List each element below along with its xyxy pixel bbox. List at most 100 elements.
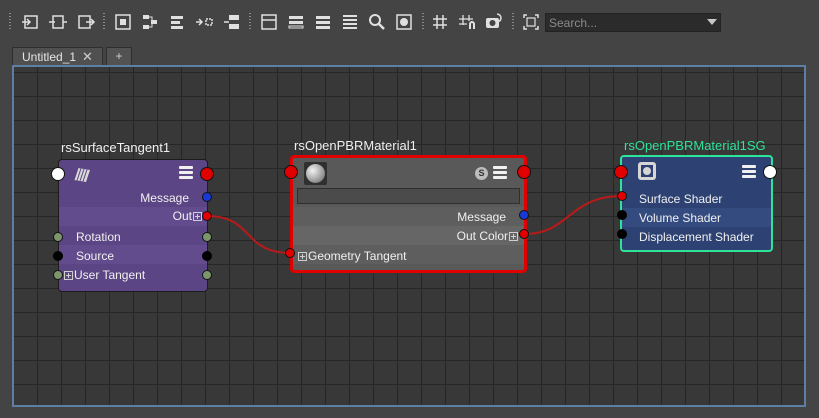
tab-label: Untitled_1 [22,50,77,64]
node-graph-canvas[interactable]: rsSurfaceTangent1 Message Out Rotation S… [12,65,806,407]
attr-user-tangent-label: User Tangent [74,268,146,282]
source-output-port[interactable] [202,251,212,261]
node-output-port[interactable] [200,167,214,181]
attr-source: Source [76,249,115,263]
rotation-output-port[interactable] [202,232,212,242]
out-color-output-port[interactable] [519,229,529,239]
attr-out-color: Out Color [457,229,519,243]
list-icon[interactable] [742,165,756,178]
toolbar-separator [103,13,105,31]
out-output-port[interactable] [202,211,212,221]
user-tangent-output-port[interactable] [202,270,212,280]
expand-plus-icon[interactable] [509,232,518,241]
attr-geometry-tangent: Geometry Tangent [297,249,407,263]
toolbar-separator [249,13,251,31]
magnifier-icon [369,14,385,30]
volume-shader-input-port[interactable] [617,210,627,220]
rotation-input-port[interactable] [53,232,63,242]
rearrange-graph-button[interactable] [140,12,160,32]
node-title-shading-group: rsOpenPBRMaterial1SG [624,138,766,153]
node-input-port[interactable] [614,165,628,179]
graph-materials-icon [224,15,239,29]
node-connected-icon [288,16,304,29]
node-input-port[interactable] [51,167,65,181]
attr-rotation: Rotation [76,230,121,244]
graph-output-icon [78,15,96,29]
displacement-shader-input-port[interactable] [617,229,627,239]
snap-grid-icon [459,15,475,29]
surface-shader-input-port[interactable] [617,191,627,201]
node-surface-tangent[interactable]: Message Out Rotation Source User Tangent [58,159,208,292]
attr-displacement-shader: Displacement Shader [639,230,754,244]
align-icon [171,16,183,29]
frame-all-icon [115,14,131,30]
wire-out-to-geometry-tangent [206,215,292,254]
swatch-icon [396,14,412,30]
sphere-icon [306,164,325,183]
search-field[interactable] [545,13,721,32]
toolbar-separator [9,13,11,31]
search-attributes-button[interactable] [367,12,387,32]
search-input[interactable] [549,14,699,31]
expand-plus-icon[interactable] [298,252,307,261]
node-shading-group[interactable]: Surface Shader Volume Shader Displacemen… [620,155,773,252]
tab-untitled-1[interactable]: Untitled_1 ✕ [12,47,103,66]
attr-message: Message [457,210,506,224]
input-connections-button[interactable] [20,12,40,32]
toolbar-separator [422,13,424,31]
attr-user-tangent: User Tangent [63,268,145,282]
list-icon[interactable] [493,166,507,179]
material-swatch [304,162,327,185]
s-badge-icon[interactable]: S [475,167,488,180]
node-output-port[interactable] [763,165,777,179]
grid-toggle-button[interactable] [430,12,450,32]
frame-all-button[interactable] [113,12,133,32]
node-primary-icon [316,16,330,29]
show-all-button[interactable] [521,12,541,32]
attr-geometry-tangent-label: Geometry Tangent [308,249,407,263]
geometry-tangent-input-port[interactable] [285,248,295,258]
attr-message: Message [140,191,189,205]
layout-arrows-icon [196,18,213,26]
message-output-port[interactable] [519,210,529,220]
node-collapsed-icon [261,14,277,30]
snap-to-grid-button[interactable] [457,12,477,32]
source-input-port[interactable] [53,251,63,261]
node-input-port[interactable] [284,165,298,179]
node-all-icon [343,15,357,29]
node-output-port[interactable] [517,165,531,179]
input-output-connections-button[interactable] [48,12,68,32]
material-preview-bar [297,188,520,204]
message-output-port[interactable] [202,192,212,202]
camera-bookmark-icon [486,13,502,28]
graph-layout-button[interactable] [194,12,214,32]
primary-attributes-button[interactable] [313,12,333,32]
graph-materials-button[interactable] [221,12,241,32]
graph-input-icon [22,15,38,29]
align-nodes-button[interactable] [167,12,187,32]
attr-out-label: Out [172,209,192,223]
attr-volume-shader: Volume Shader [639,211,722,225]
close-icon[interactable]: ✕ [82,49,93,65]
shading-group-icon [638,162,656,180]
swatch-toggle-button[interactable] [394,12,414,32]
all-attributes-button[interactable] [340,12,360,32]
grid-icon [433,15,447,29]
bookmark-button[interactable] [484,12,504,32]
expand-plus-icon[interactable] [193,212,202,221]
chevron-down-icon[interactable] [707,19,717,25]
connected-attributes-button[interactable] [286,12,306,32]
add-tab-button[interactable]: + [106,47,132,66]
output-connections-button[interactable] [76,12,96,32]
expand-frame-icon [523,14,539,30]
user-tangent-input-port[interactable] [53,270,63,280]
expand-plus-icon[interactable] [64,271,73,280]
attr-out-color-label: Out Color [456,229,508,243]
node-openpbr-material[interactable]: S Message Out Color Geometry Tangent [290,155,527,273]
attr-surface-shader: Surface Shader [639,192,723,206]
toolbar-separator [512,13,514,31]
tab-bar: Untitled_1 ✕ + [0,44,819,66]
attr-out: Out [173,209,203,223]
list-icon[interactable] [179,166,193,179]
hide-attributes-button[interactable] [259,12,279,32]
